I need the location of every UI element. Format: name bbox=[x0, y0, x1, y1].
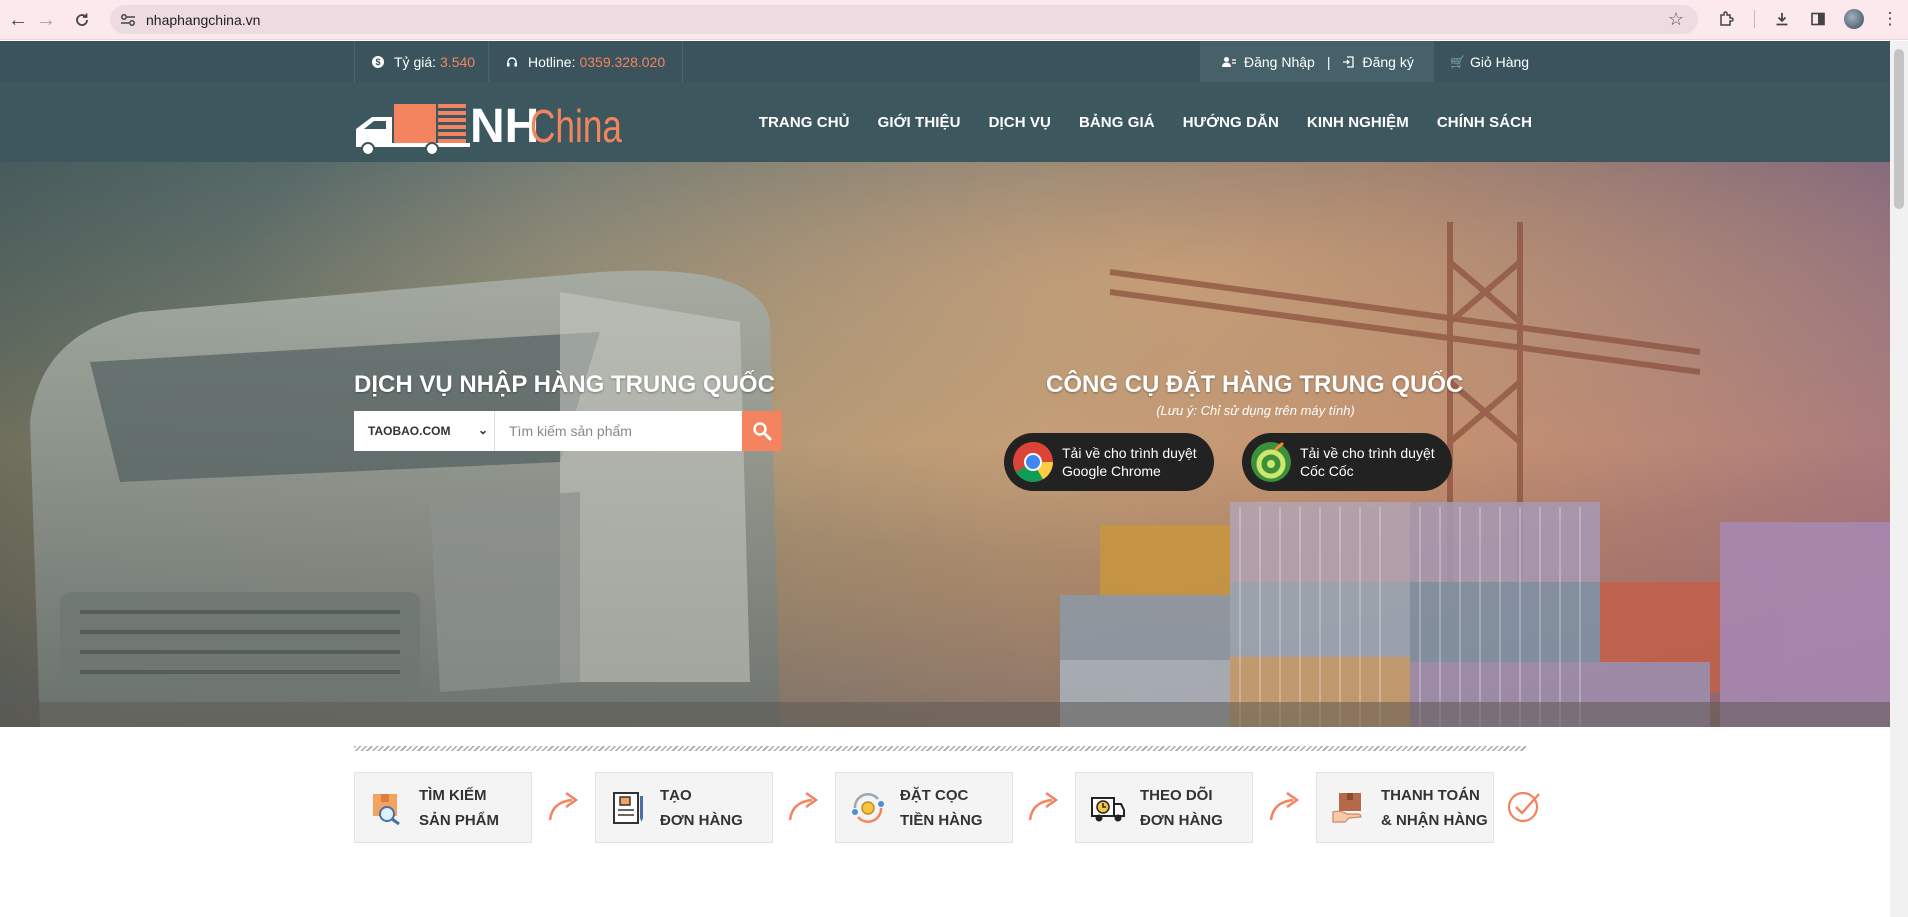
chevron-down-icon: ⌄ bbox=[477, 423, 488, 437]
services-heading: DỊCH VỤ NHẬP HÀNG TRUNG QUỐC bbox=[354, 371, 775, 398]
side-panel-icon[interactable] bbox=[1800, 1, 1836, 37]
nav-services[interactable]: DỊCH VỤ bbox=[989, 114, 1051, 131]
coccoc-button-line2: Cốc Cốc bbox=[1300, 463, 1354, 479]
bookmark-star-icon[interactable]: ☆ bbox=[1668, 9, 1684, 30]
login-link[interactable]: Đăng Nhập bbox=[1244, 54, 1315, 70]
step-3-line2: TIỀN HÀNG bbox=[900, 811, 983, 829]
site-logo[interactable]: NH China bbox=[352, 89, 632, 156]
site-settings-icon[interactable] bbox=[114, 13, 142, 27]
cart-link[interactable]: 🛒 Giỏ Hàng bbox=[1450, 41, 1529, 82]
check-badge-icon bbox=[1507, 791, 1540, 823]
search-icon bbox=[753, 422, 772, 441]
sign-in-icon bbox=[1342, 55, 1355, 68]
nav-pricing[interactable]: BẢNG GIÁ bbox=[1079, 114, 1155, 131]
profile-avatar[interactable] bbox=[1836, 1, 1872, 37]
product-search: TAOBAO.COM ⌄ bbox=[354, 411, 782, 451]
chrome-button-line2: Google Chrome bbox=[1062, 463, 1161, 479]
step-create-order: TẠO ĐƠN HÀNG bbox=[595, 772, 773, 843]
rate-value: 3.540 bbox=[440, 53, 476, 70]
step-5-line2: & NHẬN HÀNG bbox=[1381, 811, 1488, 829]
user-icon bbox=[1222, 56, 1236, 68]
step-1-line2: SẢN PHẨM bbox=[419, 811, 500, 829]
curved-arrow-icon bbox=[1269, 791, 1300, 821]
coin-exchange-icon bbox=[852, 792, 884, 823]
curved-arrow-icon bbox=[788, 791, 819, 821]
site-select-value: TAOBAO.COM bbox=[368, 424, 451, 438]
nav-home[interactable]: TRANG CHỦ bbox=[759, 114, 850, 131]
logo-china: China bbox=[530, 100, 622, 152]
step-4-line1: THEO DÕI bbox=[1140, 786, 1213, 804]
address-bar[interactable]: nhaphangchina.vn ☆ bbox=[110, 5, 1698, 34]
hotline-label: Hotline: bbox=[528, 53, 576, 70]
hatched-divider bbox=[354, 746, 1526, 751]
topbar-divider bbox=[488, 41, 489, 82]
order-process-steps: TÌM KIẾM SẢN PHẨM TẠO ĐƠN HÀNG ĐẶT CỌC T… bbox=[0, 727, 1890, 917]
hotline-number[interactable]: 0359.328.020 bbox=[579, 54, 665, 70]
forward-arrow-icon[interactable]: → bbox=[28, 2, 64, 38]
reload-icon[interactable] bbox=[64, 2, 100, 38]
step-2-line1: TẠO bbox=[660, 786, 692, 804]
rate-label: Tỷ giá: bbox=[394, 53, 437, 70]
desktop-only-note: (Lưu ý: Chỉ sử dụng trên máy tính) bbox=[1156, 403, 1355, 418]
coccoc-button-line1: Tải về cho trình duyệt bbox=[1300, 445, 1435, 461]
nav-about[interactable]: GIỚI THIỆU bbox=[878, 114, 961, 131]
headset-icon bbox=[506, 56, 518, 68]
step-2-line2: ĐƠN HÀNG bbox=[660, 811, 743, 829]
chrome-button-line1: Tải về cho trình duyệt bbox=[1062, 445, 1197, 461]
step-deposit: ĐẶT CỌC TIỀN HÀNG bbox=[835, 772, 1013, 843]
search-button[interactable] bbox=[742, 411, 782, 451]
step-track-order: THEO DÕI ĐƠN HÀNG bbox=[1075, 772, 1253, 843]
nav-guide[interactable]: HƯỚNG DẪN bbox=[1183, 114, 1279, 131]
step-4-line2: ĐƠN HÀNG bbox=[1140, 811, 1223, 829]
download-chrome-button[interactable]: Tải về cho trình duyệt Google Chrome bbox=[1004, 433, 1214, 491]
exchange-rate: $ Tỷ giá: 3.540 bbox=[372, 41, 475, 82]
step-5-line1: THANH TOÁN bbox=[1381, 786, 1480, 804]
auth-divider: | bbox=[1326, 53, 1331, 70]
cart-icon: 🛒 bbox=[1450, 54, 1465, 69]
cart-label: Giỏ Hàng bbox=[1469, 53, 1530, 70]
download-icon[interactable] bbox=[1764, 1, 1800, 37]
dollar-icon: $ bbox=[372, 55, 384, 68]
top-info-bar: $ Tỷ giá: 3.540 Hotline: 0359.328.020 Đă… bbox=[0, 41, 1890, 82]
extensions-icon[interactable] bbox=[1708, 1, 1744, 37]
hero-banner: DỊCH VỤ NHẬP HÀNG TRUNG QUỐC TAOBAO.COM … bbox=[0, 162, 1890, 727]
register-link[interactable]: Đăng ký bbox=[1362, 54, 1413, 70]
step-pay-receive: THANH TOÁN & NHẬN HÀNG bbox=[1316, 772, 1494, 843]
curved-arrow-icon bbox=[1028, 791, 1059, 821]
step-search-product: TÌM KIẾM SẢN PHẨM bbox=[354, 772, 532, 843]
topbar-divider bbox=[682, 41, 683, 82]
chrome-logo-icon bbox=[1013, 442, 1053, 482]
logo-nh: NH bbox=[470, 100, 539, 153]
browser-toolbar: ← → nhaphangchina.vn ☆ ⋮ bbox=[0, 0, 1908, 40]
delivery-truck-clock-icon bbox=[1091, 796, 1125, 821]
hotline[interactable]: Hotline: 0359.328.020 bbox=[506, 41, 665, 82]
site-header: NH China TRANG CHỦ GIỚI THIỆU DỊCH VỤ BẢ… bbox=[0, 82, 1890, 162]
step-1-line1: TÌM KIẾM bbox=[419, 786, 487, 804]
web-page: $ Tỷ giá: 3.540 Hotline: 0359.328.020 Đă… bbox=[0, 41, 1890, 917]
site-select-dropdown[interactable]: TAOBAO.COM ⌄ bbox=[354, 411, 495, 451]
page-scrollbar[interactable] bbox=[1890, 41, 1908, 917]
toolbar-separator bbox=[1744, 1, 1764, 37]
nav-experience[interactable]: KINH NGHIỆM bbox=[1307, 114, 1409, 131]
download-coccoc-button[interactable]: Tải về cho trình duyệt Cốc Cốc bbox=[1242, 433, 1452, 491]
nav-policy[interactable]: CHÍNH SÁCH bbox=[1437, 114, 1532, 131]
curved-arrow-icon bbox=[548, 791, 579, 821]
scrollbar-thumb[interactable] bbox=[1894, 49, 1904, 209]
url-text: nhaphangchina.vn bbox=[146, 11, 261, 28]
order-form-icon bbox=[613, 791, 643, 824]
box-search-icon bbox=[373, 793, 400, 825]
menu-kebab-icon[interactable]: ⋮ bbox=[1872, 1, 1908, 37]
parcel-hand-icon bbox=[1332, 792, 1362, 823]
coccoc-logo-icon bbox=[1251, 442, 1291, 482]
search-input[interactable] bbox=[495, 411, 742, 451]
hero-background-image bbox=[0, 162, 1890, 727]
topbar-divider bbox=[354, 41, 355, 82]
main-navigation: TRANG CHỦ GIỚI THIỆU DỊCH VỤ BẢNG GIÁ HƯ… bbox=[731, 82, 1532, 162]
tools-heading: CÔNG CỤ ĐẶT HÀNG TRUNG QUỐC bbox=[1046, 371, 1464, 398]
step-3-line1: ĐẶT CỌC bbox=[900, 786, 969, 804]
auth-links: Đăng Nhập | Đăng ký bbox=[1200, 41, 1434, 82]
